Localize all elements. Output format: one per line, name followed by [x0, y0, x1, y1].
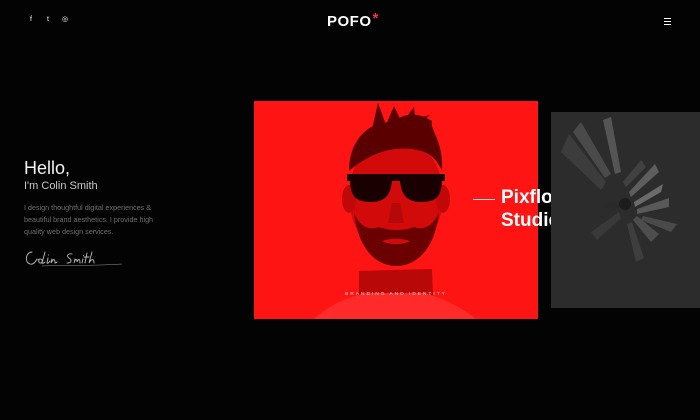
intro-name: I'm Colin Smith [24, 180, 98, 192]
hamburger-menu-icon[interactable] [664, 18, 671, 27]
twitter-icon[interactable]: t [44, 15, 52, 25]
next-project-card[interactable] [551, 112, 700, 308]
logo-star: * [372, 10, 379, 27]
portrait-image [254, 101, 538, 319]
featured-project-card[interactable]: BRANDING AND IDENTITY [254, 101, 538, 319]
signature-image [22, 248, 132, 275]
logo-text: POFO [327, 13, 372, 30]
social-links: f t ◎ [27, 15, 69, 25]
dribbble-icon[interactable]: ◎ [61, 15, 69, 25]
greeting-heading: Hello, [24, 158, 71, 178]
project-caption: BRANDING AND IDENTITY [345, 292, 447, 297]
abstract-sculpture-image [551, 112, 700, 308]
intro-description: I design thoughtful digital experiences … [24, 203, 154, 236]
title-dash [473, 199, 495, 200]
logo[interactable]: POFO* [327, 10, 379, 30]
facebook-icon[interactable]: f [27, 15, 35, 25]
